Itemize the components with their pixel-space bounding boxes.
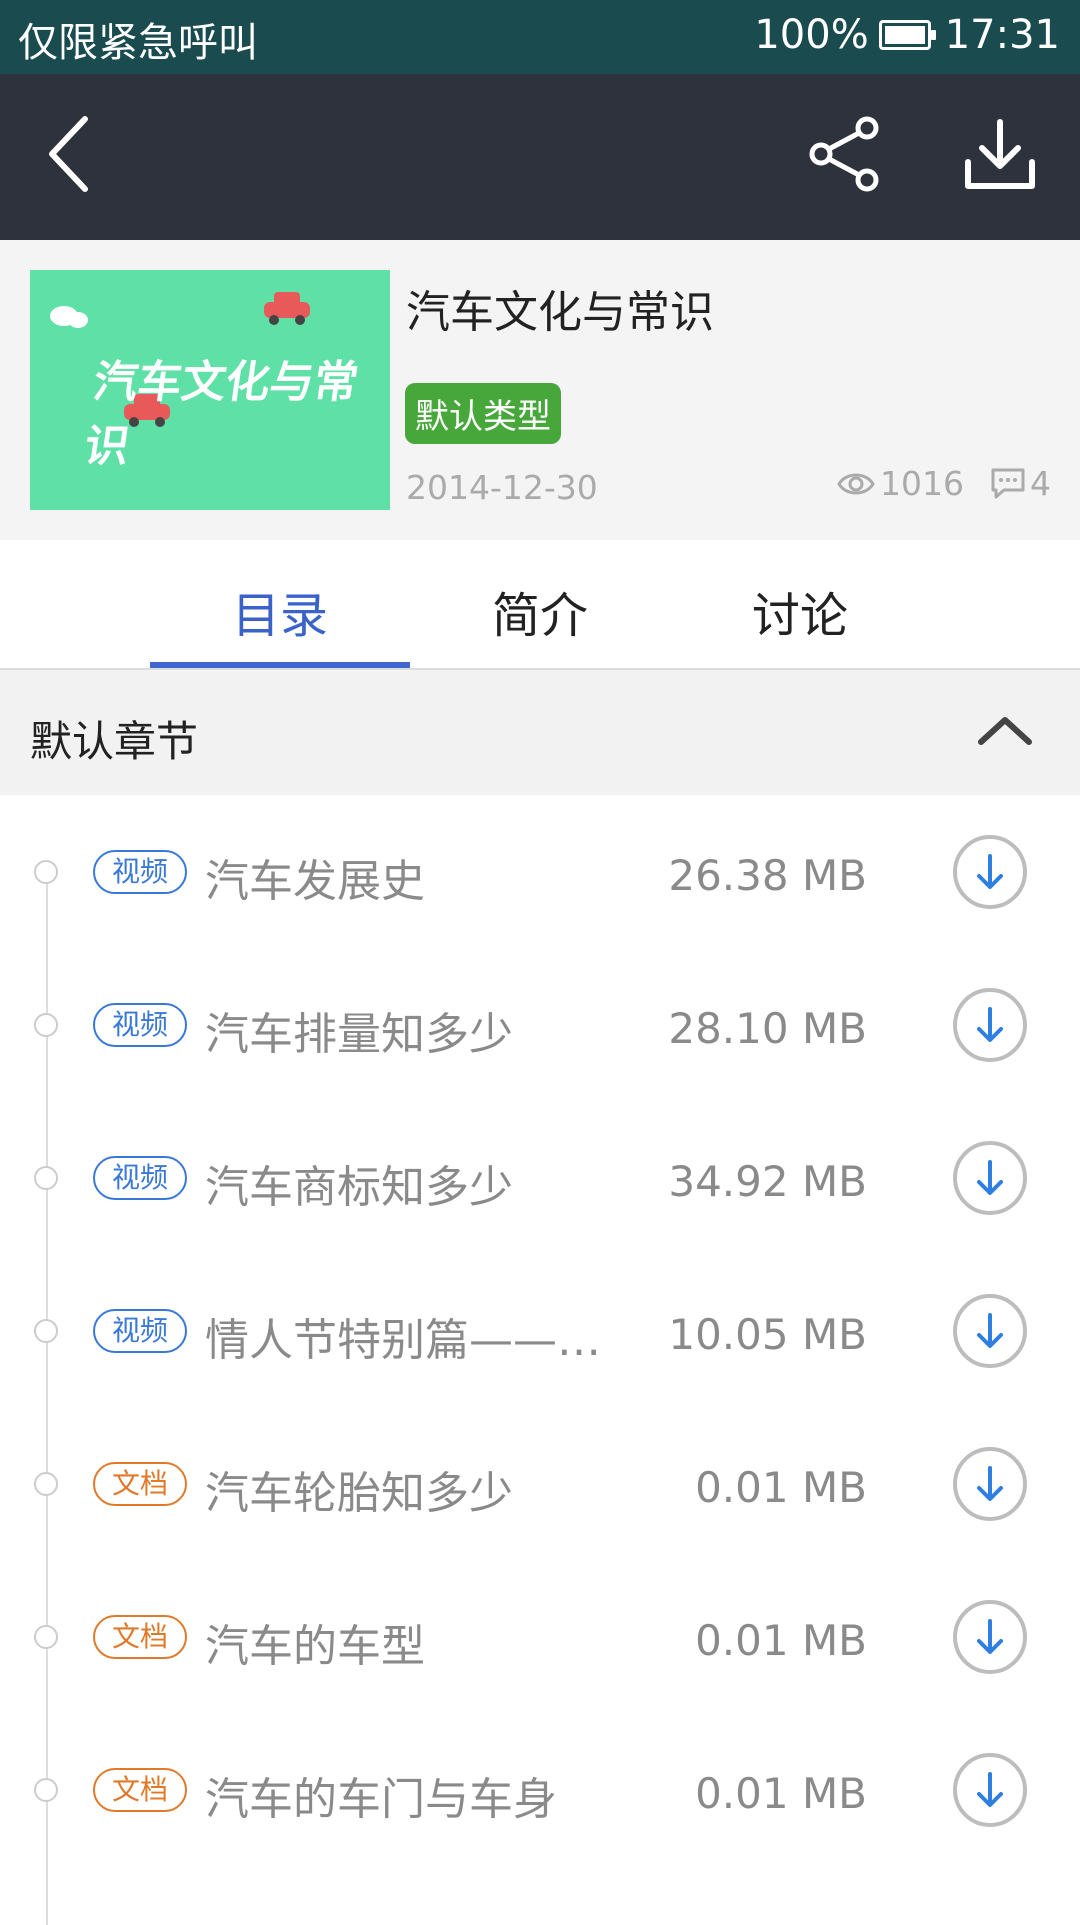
- download-arrow-icon: [977, 1160, 1003, 1195]
- toolbar: [0, 74, 1080, 240]
- view-count: 1016: [836, 464, 964, 503]
- timeline-dot: [34, 1013, 58, 1037]
- list-item[interactable]: 文档 汽车轮胎知多少 0.01 MB: [0, 1407, 1080, 1560]
- item-size: 0.01 MB: [695, 1616, 867, 1665]
- item-size: 26.38 MB: [668, 851, 867, 900]
- item-size: 0.01 MB: [695, 1463, 867, 1512]
- cover-title: 汽车文化与常识: [81, 357, 362, 472]
- item-size: 28.10 MB: [668, 1004, 867, 1053]
- video-tag: 视频: [93, 1156, 187, 1200]
- type-badge: 默认类型: [405, 383, 561, 444]
- download-all-button[interactable]: [950, 104, 1050, 204]
- download-arrow-icon: [977, 1007, 1003, 1042]
- document-tag: 文档: [93, 1462, 187, 1506]
- course-cover[interactable]: 汽车文化与常识: [30, 270, 390, 510]
- chapter-title: 默认章节: [30, 717, 199, 766]
- list-item[interactable]: 视频 汽车发展史 26.38 MB: [0, 795, 1080, 948]
- list-item[interactable]: 视频 情人节特别篇——那... 10.05 MB: [0, 1254, 1080, 1407]
- download-button[interactable]: [953, 1447, 1027, 1521]
- back-arrow-icon: [49, 116, 88, 192]
- item-size: 0.01 MB: [695, 1769, 867, 1818]
- download-arrow-icon: [977, 1313, 1003, 1348]
- timeline-dot: [34, 1625, 58, 1649]
- tab-indicator: [150, 662, 410, 668]
- timeline-dot: [34, 1778, 58, 1802]
- item-title: 汽车商标知多少: [205, 1162, 513, 1213]
- item-title: 汽车的车门与车身: [205, 1774, 557, 1825]
- battery-icon: [878, 20, 936, 50]
- video-tag: 视频: [93, 1003, 187, 1047]
- download-button[interactable]: [953, 988, 1027, 1062]
- download-arrow-icon: [977, 854, 1003, 889]
- list-item[interactable]: 视频 汽车排量知多少 28.10 MB: [0, 948, 1080, 1101]
- tab-intro[interactable]: 简介: [410, 576, 670, 646]
- item-title: 情人节特别篇——那...: [205, 1315, 625, 1366]
- timeline-dot: [34, 1319, 58, 1343]
- item-size: 10.05 MB: [668, 1310, 867, 1359]
- download-button[interactable]: [953, 1753, 1027, 1827]
- list-item[interactable]: 视频 汽车商标知多少 34.92 MB: [0, 1101, 1080, 1254]
- course-header: 汽车文化与常识 汽车文化与常识 默认类型 2014-12-30 1016 4: [0, 240, 1080, 540]
- download-button[interactable]: [953, 1600, 1027, 1674]
- item-title: 汽车轮胎知多少: [205, 1468, 513, 1519]
- chapter-header[interactable]: 默认章节: [0, 670, 1080, 795]
- list-item[interactable]: 文档 汽车的车门与车身 0.01 MB: [0, 1713, 1080, 1866]
- item-size: 34.92 MB: [668, 1157, 867, 1206]
- cloud-icon: [50, 306, 88, 328]
- carrier-text: 仅限紧急呼叫: [18, 20, 258, 66]
- list-item[interactable]: 文档 汽车的车型 0.01 MB: [0, 1560, 1080, 1713]
- comment-count-value: 4: [1030, 464, 1051, 503]
- download-icon: [965, 119, 1035, 189]
- comment-count: 4: [988, 464, 1051, 503]
- download-arrow-icon: [977, 1772, 1003, 1807]
- clock: 17:31: [944, 12, 1060, 58]
- share-icon: [809, 116, 879, 192]
- course-date: 2014-12-30: [406, 468, 598, 507]
- item-title: 汽车发展史: [205, 856, 425, 907]
- battery-percent: 100%: [754, 12, 869, 58]
- timeline-dot: [34, 1166, 58, 1190]
- chapter-item-list: 视频 汽车发展史 26.38 MB 视频 汽车排量知多少 28.10 MB 视频 汽车商标知多…: [0, 795, 1080, 1925]
- chevron-up-icon[interactable]: [975, 710, 1035, 750]
- tab-bar: 目录 简介 讨论: [0, 540, 1080, 670]
- item-title: 汽车排量知多少: [205, 1009, 513, 1060]
- download-button[interactable]: [953, 1294, 1027, 1368]
- video-tag: 视频: [93, 850, 187, 894]
- timeline-dot: [34, 860, 58, 884]
- download-button[interactable]: [953, 1141, 1027, 1215]
- car-icon: [264, 292, 310, 325]
- eye-icon: [837, 473, 875, 494]
- tab-discussion[interactable]: 讨论: [670, 576, 930, 646]
- status-right: 100% 17:31: [754, 12, 1060, 58]
- document-tag: 文档: [93, 1768, 187, 1812]
- download-button[interactable]: [953, 835, 1027, 909]
- course-title: 汽车文化与常识: [406, 287, 714, 338]
- view-count-value: 1016: [880, 464, 964, 503]
- download-arrow-icon: [977, 1619, 1003, 1654]
- item-title: 汽车的车型: [205, 1621, 425, 1672]
- download-arrow-icon: [977, 1466, 1003, 1501]
- timeline-dot: [34, 1472, 58, 1496]
- back-button[interactable]: [20, 104, 120, 204]
- share-button[interactable]: [795, 104, 895, 204]
- comment-icon: [991, 468, 1025, 498]
- status-bar: 仅限紧急呼叫 100% 17:31: [0, 0, 1080, 74]
- video-tag: 视频: [93, 1309, 187, 1353]
- document-tag: 文档: [93, 1615, 187, 1659]
- tab-catalog[interactable]: 目录: [150, 576, 410, 646]
